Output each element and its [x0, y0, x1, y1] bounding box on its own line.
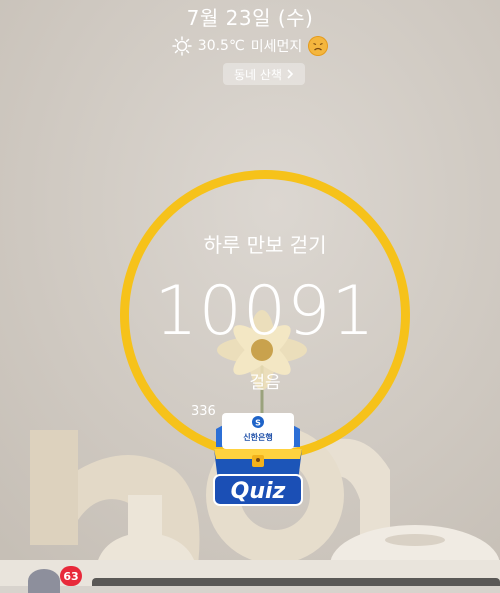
dust-label: 미세먼지: [250, 39, 303, 55]
goal-title: 하루 만보 걷기: [203, 233, 327, 257]
temperature-value: 30.5℃: [197, 38, 245, 54]
bank-name: 신한은행: [243, 432, 272, 442]
walk-button-label: 동네 산책: [234, 67, 282, 82]
quiz-label: Quiz: [231, 479, 286, 504]
weather-row: 30.5℃ 미세먼지: [0, 36, 500, 56]
shinhan-quiz-button[interactable]: S 신한은행 Quiz: [208, 407, 308, 511]
svg-text:S: S: [255, 419, 261, 428]
date-label: 7월 23일 (수): [186, 6, 314, 30]
frown-face-icon: [308, 36, 329, 56]
neighborhood-walk-button[interactable]: 동네 산책: [223, 63, 305, 85]
chevron-right-icon: [287, 69, 294, 79]
step-count: 10091: [154, 272, 376, 351]
treasure-chest-icon: S 신한은행 Quiz: [213, 413, 303, 506]
sun-icon: [172, 36, 192, 56]
bottom-bar: [92, 578, 500, 586]
notification-badge: 63: [60, 566, 82, 586]
step-unit-label: 걸음: [249, 373, 281, 393]
avatar[interactable]: [28, 569, 60, 593]
